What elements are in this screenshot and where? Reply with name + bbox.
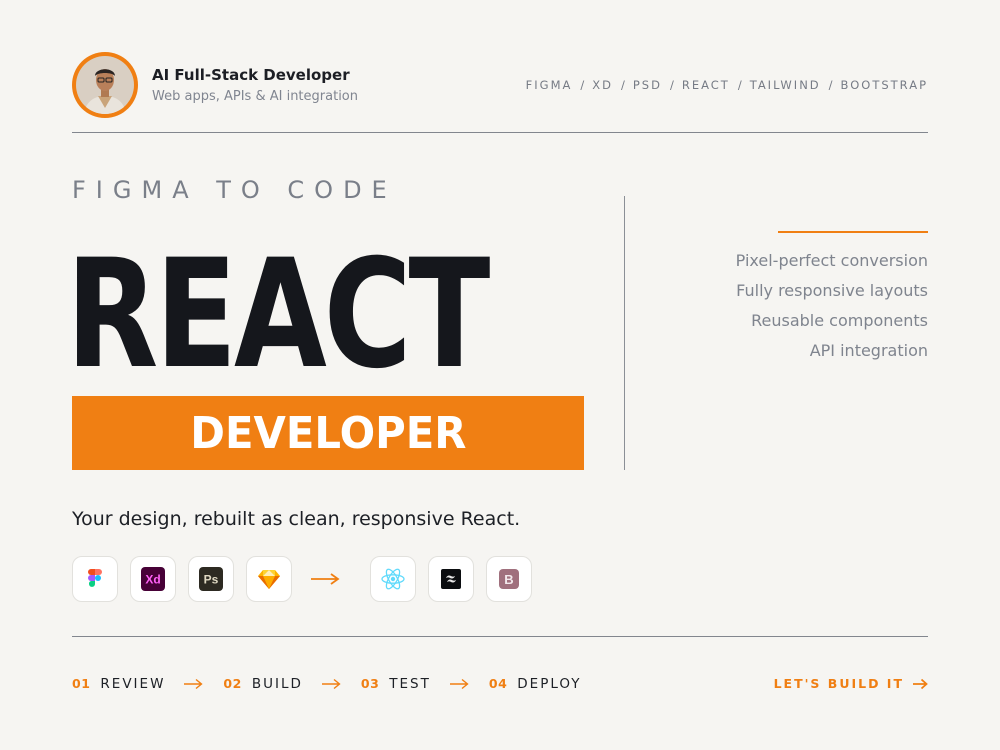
feature-item: Fully responsive layouts xyxy=(736,281,928,300)
step-label: DEPLOY xyxy=(517,676,582,692)
step-number: 04 xyxy=(488,676,508,691)
profile-text: AI Full-Stack Developer Web apps, APIs &… xyxy=(152,66,358,104)
feature-item: Reusable components xyxy=(751,311,928,330)
photoshop-icon-text: Ps xyxy=(204,573,219,587)
arrow-right-icon xyxy=(913,678,928,689)
tech-item-bootstrap: BOOTSTRAP xyxy=(840,78,928,92)
tagline: Your design, rebuilt as clean, responsiv… xyxy=(72,508,521,530)
bootstrap-tool[interactable]: B xyxy=(486,556,532,602)
avatar[interactable] xyxy=(72,52,138,118)
footer-divider xyxy=(72,636,928,637)
process-steps: 01 REVIEW 02 BUILD 03 TEST 04 DEPLOY xyxy=(72,676,582,692)
tech-separator: / xyxy=(737,78,742,92)
profile-name: AI Full-Stack Developer xyxy=(152,66,350,84)
tailwind-tool[interactable] xyxy=(428,556,474,602)
tech-separator: / xyxy=(620,78,625,92)
react-icon xyxy=(381,568,405,590)
step-number: 03 xyxy=(360,676,380,691)
arrow-right-icon xyxy=(321,678,341,690)
arrow-right-icon xyxy=(184,678,204,690)
step-number: 01 xyxy=(72,676,91,691)
xd-icon: Xd xyxy=(141,567,165,591)
header: AI Full-Stack Developer Web apps, APIs &… xyxy=(72,52,928,118)
figma-icon xyxy=(88,569,102,587)
sketch-icon xyxy=(258,570,280,589)
feature-item: API integration xyxy=(809,341,928,360)
header-divider xyxy=(72,132,928,133)
eyebrow-heading: FIGMA TO CODE xyxy=(72,176,397,204)
tailwind-icon xyxy=(441,569,461,589)
photoshop-tool[interactable]: Ps xyxy=(188,556,234,602)
vertical-divider xyxy=(624,196,625,470)
profile: AI Full-Stack Developer Web apps, APIs &… xyxy=(72,52,358,118)
lets-build-it-link[interactable]: LET'S BUILD IT xyxy=(774,676,928,691)
bootstrap-icon: B xyxy=(499,569,519,589)
tech-item-xd: XD xyxy=(592,78,613,92)
step-label: BUILD xyxy=(251,676,303,692)
step-deploy: 04 DEPLOY xyxy=(489,676,582,692)
avatar-photo-icon xyxy=(76,56,134,114)
feature-list: Pixel-perfect conversion Fully responsiv… xyxy=(736,246,928,366)
step-review: 01 REVIEW xyxy=(72,676,165,692)
developer-badge-label: DEVELOPER xyxy=(189,407,467,459)
xd-icon-text: Xd xyxy=(145,573,160,587)
xd-tool[interactable]: Xd xyxy=(130,556,176,602)
bootstrap-icon-text: B xyxy=(504,572,513,587)
tech-stack-list: FIGMA / XD / PSD / REACT / TAILWIND / BOOTSTRAP xyxy=(526,78,928,92)
photoshop-icon: Ps xyxy=(199,567,223,591)
feature-item: Pixel-perfect conversion xyxy=(735,251,928,270)
step-label: REVIEW xyxy=(100,676,166,692)
tech-item-tailwind: TAILWIND xyxy=(749,78,821,92)
sketch-tool[interactable] xyxy=(246,556,292,602)
tech-separator: / xyxy=(828,78,833,92)
hero-title: REACT xyxy=(66,228,490,402)
arrow-right-icon xyxy=(311,573,340,585)
profile-subtitle: Web apps, APIs & AI integration xyxy=(152,89,358,104)
step-number: 02 xyxy=(223,676,242,691)
tech-item-react: REACT xyxy=(681,78,730,92)
tech-item-psd: PSD xyxy=(632,78,662,92)
figma-tool[interactable] xyxy=(72,556,118,602)
developer-badge: DEVELOPER xyxy=(72,396,584,470)
tool-icons-row: Xd Ps B xyxy=(72,556,544,602)
convert-arrow xyxy=(310,572,358,586)
tech-separator: / xyxy=(580,78,585,92)
react-tool[interactable] xyxy=(370,556,416,602)
cta-label: LET'S BUILD IT xyxy=(773,676,904,691)
step-test: 03 TEST xyxy=(361,676,431,692)
arrow-right-icon xyxy=(449,678,469,690)
tech-separator: / xyxy=(669,78,674,92)
features-accent-line xyxy=(778,231,928,233)
step-label: TEST xyxy=(389,676,431,692)
step-build: 02 BUILD xyxy=(223,676,302,692)
tech-item-figma: FIGMA xyxy=(525,78,573,92)
